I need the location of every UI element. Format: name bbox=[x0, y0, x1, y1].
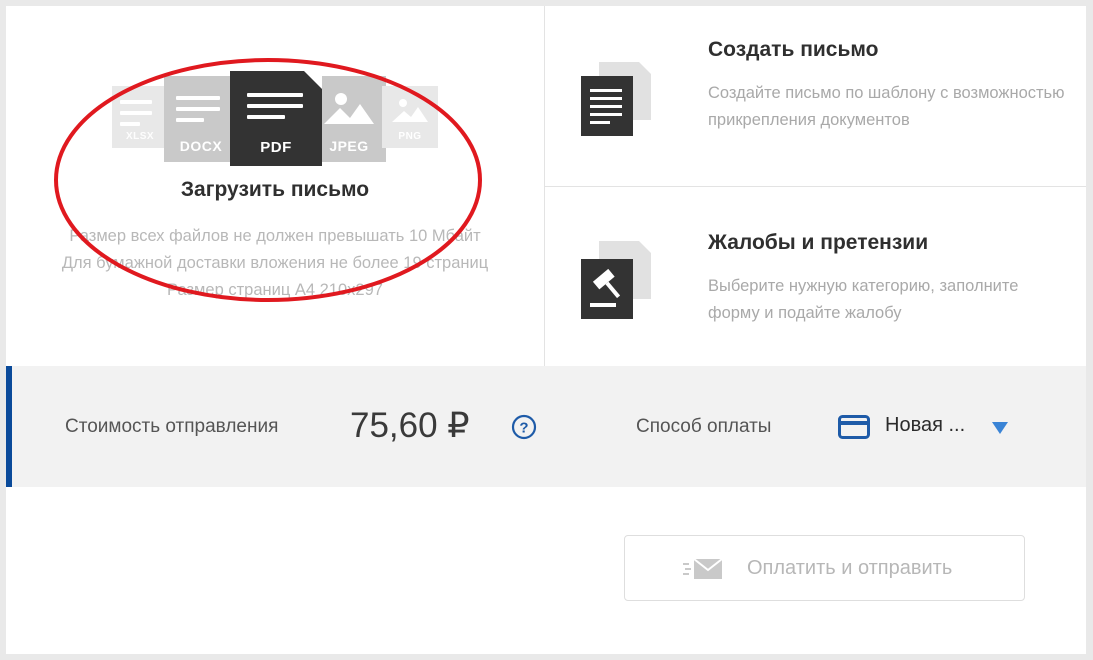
complaints-title: Жалобы и претензии bbox=[708, 231, 929, 254]
red-annotation-ellipse bbox=[54, 58, 482, 302]
complaints-description: Выберите нужную категорию, заполните фор… bbox=[708, 277, 1019, 322]
cost-value: 75,60 ₽ bbox=[350, 406, 470, 445]
pay-and-send-label: Оплатить и отправить bbox=[747, 557, 953, 579]
svg-text:?: ? bbox=[519, 420, 528, 437]
document-icon bbox=[581, 62, 651, 136]
payment-method-label: Способ оплаты bbox=[636, 416, 772, 437]
create-letter-title: Создать письмо bbox=[708, 38, 879, 61]
complaints-option[interactable]: Жалобы и претензии Выберите нужную катег… bbox=[545, 187, 1086, 366]
create-letter-description: Создайте письмо по шаблону с возможность… bbox=[708, 84, 1065, 129]
chevron-down-icon bbox=[992, 422, 1008, 434]
create-letter-option[interactable]: Создать письмо Создайте письмо по шаблон… bbox=[545, 6, 1086, 187]
cost-label: Стоимость отправления bbox=[65, 416, 279, 437]
upload-letter-dropzone[interactable]: XLSX DOCX JPEG PNG PDF Загрузить письмо … bbox=[6, 6, 545, 366]
help-icon[interactable]: ? bbox=[511, 414, 537, 440]
gavel-icon bbox=[581, 241, 651, 319]
send-envelope-icon bbox=[683, 558, 723, 579]
payment-method-value: Новая ... bbox=[885, 414, 966, 436]
credit-card-icon bbox=[838, 415, 870, 439]
letter-card: XLSX DOCX JPEG PNG PDF Загрузить письмо … bbox=[6, 6, 1086, 654]
pay-and-send-button[interactable]: Оплатить и отправить bbox=[624, 535, 1025, 601]
cost-bar: Стоимость отправления 75,60 ₽ ? Способ о… bbox=[6, 366, 1086, 487]
